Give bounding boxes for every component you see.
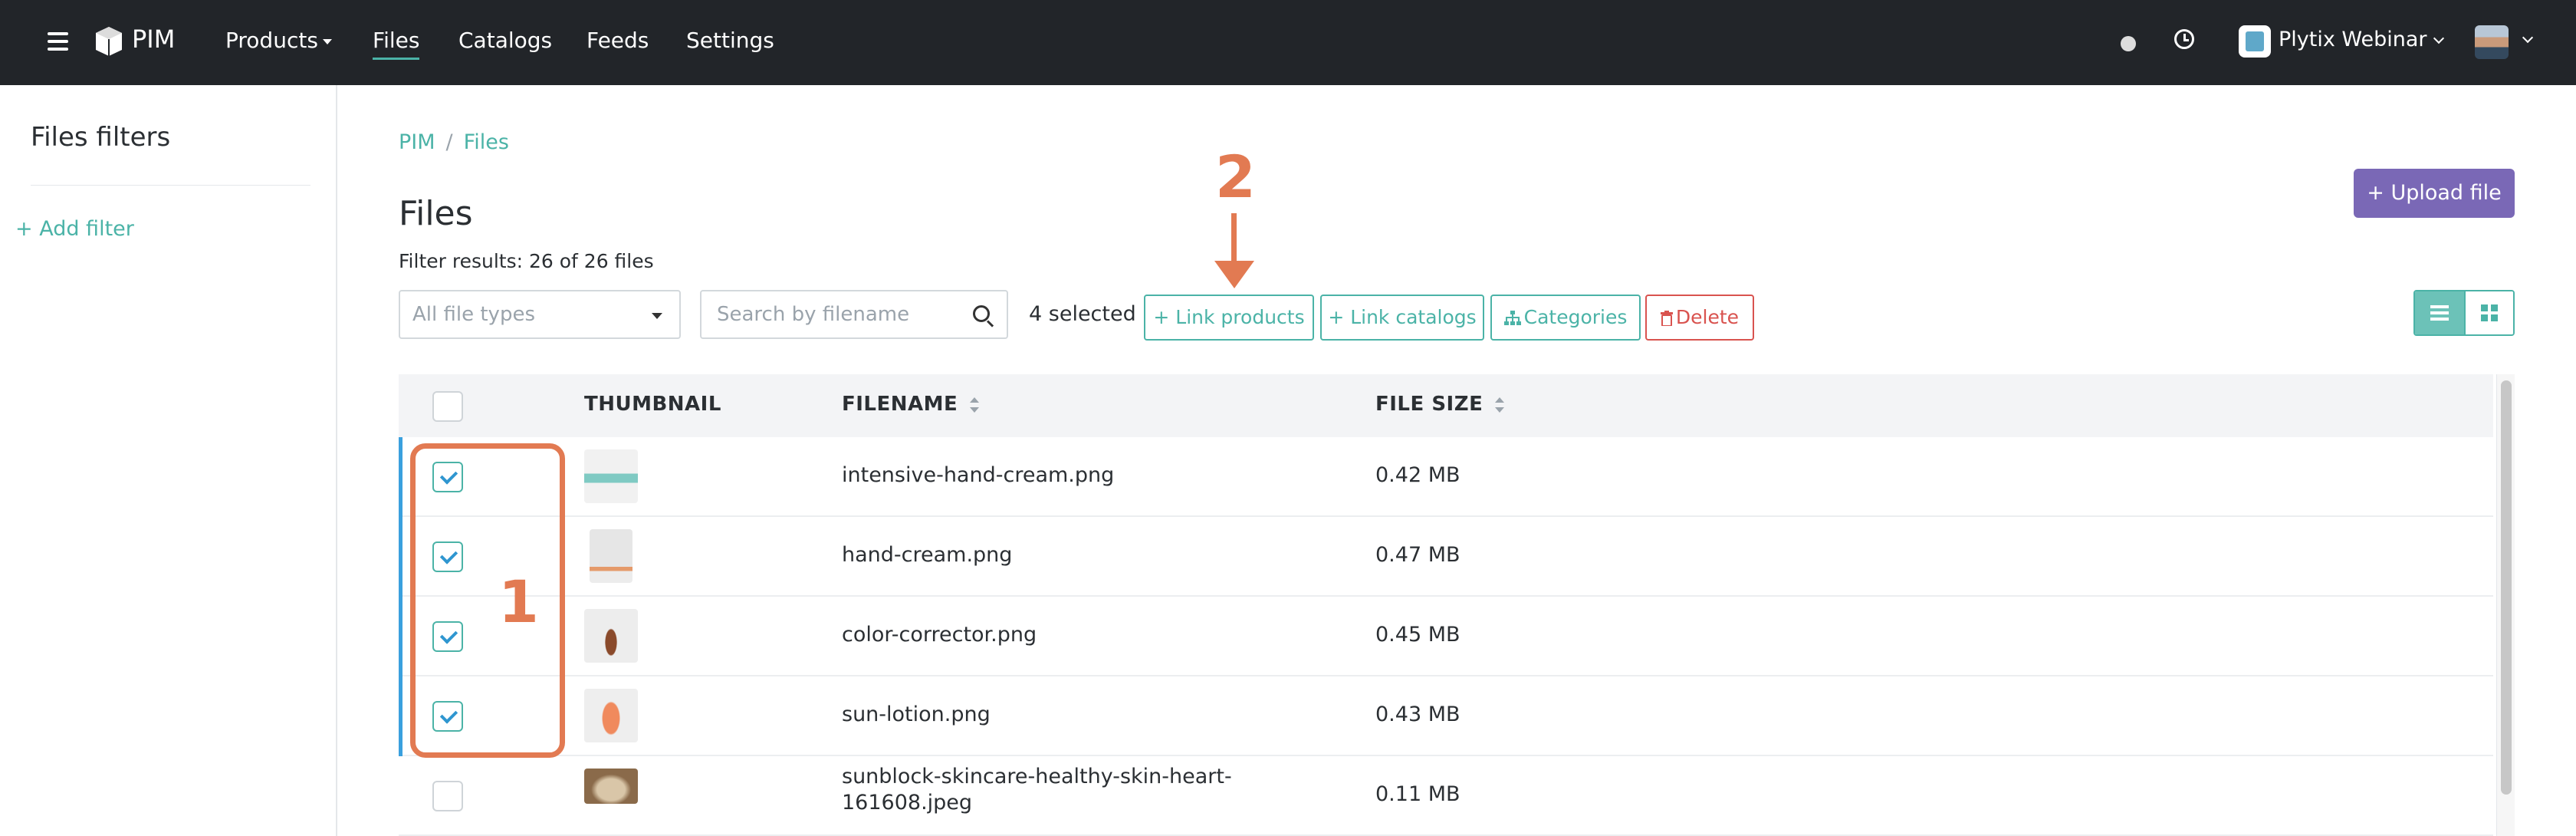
account-name: Plytix Webinar [2279, 28, 2427, 51]
app-title[interactable]: PIM [132, 25, 175, 54]
selected-count: 4 selected [1029, 302, 1136, 326]
nav-products-label: Products [225, 28, 318, 53]
pim-logo-icon[interactable] [94, 25, 124, 58]
delete-label: Delete [1675, 306, 1740, 328]
column-thumbnail: THUMBNAIL [584, 393, 721, 416]
nav-settings[interactable]: Settings [686, 28, 774, 58]
caret-down-icon [322, 38, 332, 44]
user-avatar[interactable] [2475, 25, 2509, 59]
nav-feeds[interactable]: Feeds [586, 28, 649, 58]
table-row[interactable]: sunblock-skincare-healthy-skin-heart- 16… [399, 756, 2493, 836]
files-table: THUMBNAIL FILENAME FILE SIZE intensive-h… [399, 374, 2515, 836]
file-type-select-value: All file types [412, 303, 535, 326]
clock-icon[interactable] [2174, 29, 2194, 49]
filename: intensive-hand-cream.png [842, 463, 1115, 487]
table-scrollbar[interactable] [2496, 374, 2515, 836]
avatar-chevron-down-icon[interactable] [2522, 31, 2534, 44]
menu-icon[interactable] [48, 32, 68, 51]
sort-icon [970, 397, 980, 413]
upload-file-button[interactable]: + Upload file [2354, 169, 2515, 218]
view-toggle [2413, 290, 2515, 336]
table-row[interactable]: hand-cream.png 0.47 MB [399, 517, 2493, 597]
list-icon [2430, 305, 2449, 321]
annotation-number-1: 1 [498, 568, 539, 636]
nav-products[interactable]: Products [225, 28, 332, 58]
annotation-arrow-down-icon [1214, 261, 1254, 288]
trash-icon [1660, 311, 1673, 327]
sitemap-icon [1503, 311, 1521, 325]
annotation-number-2: 2 [1215, 143, 1256, 211]
row-checkbox[interactable] [432, 781, 463, 811]
sort-icon [1495, 397, 1505, 413]
file-size: 0.11 MB [1375, 782, 1460, 806]
list-view-button[interactable] [2415, 291, 2464, 334]
table-row[interactable]: intensive-hand-cream.png 0.42 MB [399, 437, 2493, 517]
sidebar-divider [31, 185, 310, 186]
column-filename-label: FILENAME [842, 393, 958, 416]
column-filename[interactable]: FILENAME [842, 393, 980, 416]
filename: color-corrector.png [842, 623, 1037, 647]
filename: sun-lotion.png [842, 703, 991, 726]
dropdown-caret-icon [652, 313, 662, 319]
breadcrumb: PIM / Files [399, 130, 509, 154]
sidebar-title: Files filters [31, 122, 171, 153]
filters-sidebar: Files filters + Add filter [0, 85, 337, 836]
table-header: THUMBNAIL FILENAME FILE SIZE [399, 374, 2493, 437]
status-dot-icon[interactable] [2121, 36, 2136, 51]
select-all-checkbox[interactable] [432, 391, 463, 422]
categories-label: Categories [1523, 306, 1628, 328]
search-icon[interactable] [973, 305, 990, 322]
table-row[interactable]: sun-lotion.png 0.43 MB [399, 676, 2493, 756]
add-filter-link[interactable]: + Add filter [15, 217, 134, 241]
filename: hand-cream.png [842, 543, 1013, 567]
nav-catalogs[interactable]: Catalogs [458, 28, 552, 58]
thumbnail-image [584, 449, 638, 503]
categories-button[interactable]: Categories [1490, 295, 1641, 341]
nav-files[interactable]: Files [373, 28, 420, 60]
search-input[interactable] [717, 301, 962, 328]
annotation-highlight-box [410, 443, 565, 758]
thumbnail-image [584, 769, 638, 804]
thumbnail-image [584, 609, 638, 663]
file-type-select[interactable]: All file types [399, 290, 681, 339]
annotation-arrow-line [1231, 213, 1237, 267]
column-file-size[interactable]: FILE SIZE [1375, 393, 1505, 416]
filter-results-text: Filter results: 26 of 26 files [399, 250, 654, 272]
filename-line-2: 161608.jpeg [842, 791, 973, 815]
grid-icon [2481, 304, 2498, 321]
file-size: 0.43 MB [1375, 703, 1460, 726]
breadcrumb-files[interactable]: Files [464, 130, 509, 154]
page-title: Files [399, 194, 473, 233]
account-switcher[interactable]: Plytix Webinar [2279, 28, 2444, 51]
scrollbar-thumb[interactable] [2501, 380, 2512, 795]
file-size: 0.45 MB [1375, 623, 1460, 647]
file-size: 0.42 MB [1375, 463, 1460, 487]
search-box[interactable] [700, 290, 1008, 339]
account-logo-icon[interactable] [2239, 25, 2271, 58]
link-catalogs-button[interactable]: + Link catalogs [1320, 295, 1484, 341]
chevron-down-icon [2433, 32, 2444, 44]
filename-line-1: sunblock-skincare-healthy-skin-heart- [842, 765, 1232, 788]
delete-button[interactable]: Delete [1645, 295, 1754, 341]
top-navbar: PIM Products Files Catalogs Feeds Settin… [0, 0, 2576, 85]
file-size: 0.47 MB [1375, 543, 1460, 567]
breadcrumb-pim[interactable]: PIM [399, 130, 435, 154]
column-file-size-label: FILE SIZE [1375, 393, 1484, 416]
link-products-button[interactable]: + Link products [1144, 295, 1314, 341]
thumbnail-image [584, 689, 638, 742]
filename: sunblock-skincare-healthy-skin-heart- 16… [842, 764, 1232, 816]
breadcrumb-separator: / [445, 130, 453, 154]
table-row[interactable]: color-corrector.png 0.45 MB [399, 597, 2493, 676]
thumbnail-image [590, 529, 632, 583]
grid-view-button[interactable] [2464, 291, 2513, 334]
